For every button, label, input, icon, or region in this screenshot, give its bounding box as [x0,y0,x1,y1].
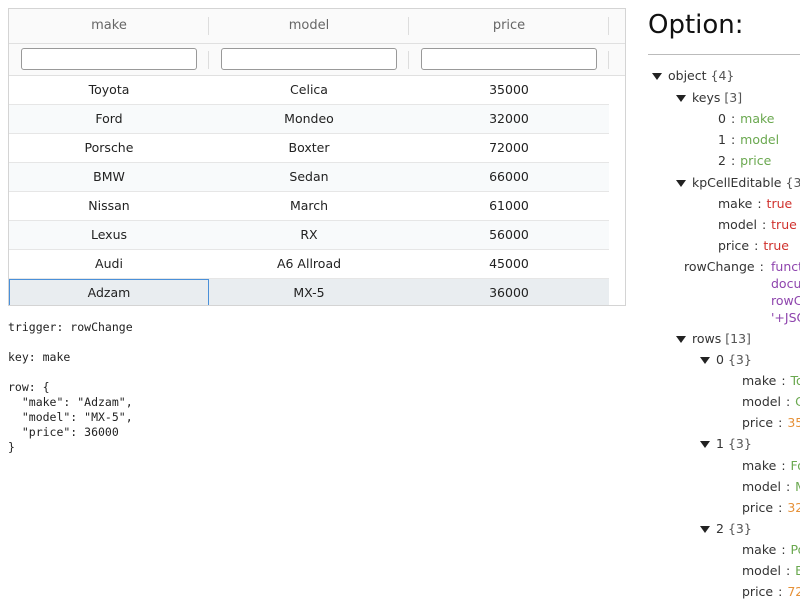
column-header-model[interactable]: model [209,9,409,43]
expand-arrow-icon[interactable] [652,73,662,80]
tree-leaf: make: To [742,373,800,388]
tree-leaf: price:32 [742,500,800,515]
table-row-selected[interactable]: Adzam MX-5 36000 [9,279,609,305]
expand-arrow-icon[interactable] [676,95,686,102]
filter-cell-model [209,44,409,75]
cell-make[interactable]: Nissan [9,192,209,220]
cell-price[interactable]: 45000 [409,250,609,278]
cell-model[interactable]: March [209,192,409,220]
cell-model[interactable]: Boxter [209,134,409,162]
cell-model[interactable]: Celica [209,76,409,104]
expand-arrow-icon[interactable] [676,180,686,187]
table-row[interactable]: BMW Sedan 66000 [9,163,609,192]
cell-make[interactable]: Lexus [9,221,209,249]
tree-leaf: model: C [742,394,800,409]
cell-price[interactable]: 72000 [409,134,609,162]
tree-leaf: make:Po [742,542,800,557]
tree-leaf: model: B [742,563,800,578]
cell-model[interactable]: RX [209,221,409,249]
cell-make[interactable]: BMW [9,163,209,191]
options-divider [648,54,800,55]
function-text: docu [771,276,800,291]
cell-model[interactable]: A6 Allroad [209,250,409,278]
cell-make[interactable]: Ford [9,105,209,133]
log-line: "make": "Adzam", [8,395,133,409]
tree-node-rows[interactable]: rows [13] [676,331,751,346]
tree-node-row[interactable]: 1 {3} [700,436,752,451]
function-text: funct [771,259,800,274]
cell-model[interactable]: MX-5 [209,279,409,305]
tree-node-kpcelleditable[interactable]: kpCellEditable{3} [676,175,800,190]
table-row[interactable]: Nissan March 61000 [9,192,609,221]
cell-price[interactable]: 56000 [409,221,609,249]
tree-leaf: price:72 [742,584,800,599]
filter-input-make[interactable] [21,48,197,70]
table-row[interactable]: Audi A6 Allroad 45000 [9,250,609,279]
tree-leaf: make: true [718,196,793,211]
tree-leaf-rowchange: rowChange: [684,259,764,274]
event-log: trigger: rowChange key: make row: { "mak… [8,320,133,455]
tree-node-keys[interactable]: keys [3] [676,90,742,105]
cell-make-focused[interactable]: Adzam [9,279,209,305]
expand-arrow-icon[interactable] [700,526,710,533]
column-header-make[interactable]: make [9,9,209,43]
grid-filter-row [9,44,625,76]
tree-leaf: price: true [718,238,789,253]
grid-header: make model price [9,9,625,44]
column-header-price[interactable]: price [409,9,609,43]
log-line: "price": 36000 [8,425,119,439]
log-line: row: { [8,380,50,394]
filter-input-price[interactable] [421,48,597,70]
log-line: } [8,440,15,454]
cell-make[interactable]: Audi [9,250,209,278]
data-grid: make model price Toyota Celica 35000 For… [8,8,626,306]
table-row[interactable]: Lexus RX 56000 [9,221,609,250]
table-row[interactable]: Porsche Boxter 72000 [9,134,609,163]
function-text: '+JSO [771,310,800,325]
log-line: key: make [8,350,71,364]
grid-body: Toyota Celica 35000 Ford Mondeo 32000 Po… [9,76,625,305]
tree-node-row[interactable]: 2 {3} [700,521,752,536]
table-row[interactable]: Toyota Celica 35000 [9,76,609,105]
tree-leaf: 1: model [718,132,780,147]
log-line: "model": "MX-5", [8,410,133,424]
expand-arrow-icon[interactable] [676,336,686,343]
tree-leaf: make:Fo [742,458,800,473]
cell-make[interactable]: Toyota [9,76,209,104]
tree-leaf: model: true [718,217,797,232]
filter-cell-make [9,44,209,75]
function-text: rowC [771,293,800,308]
tree-node-row[interactable]: 0 {3} [700,352,752,367]
cell-model[interactable]: Mondeo [209,105,409,133]
expand-arrow-icon[interactable] [700,441,710,448]
tree-leaf: model:M [742,479,800,494]
cell-model[interactable]: Sedan [209,163,409,191]
cell-price[interactable]: 66000 [409,163,609,191]
tree-node-root[interactable]: object {4} [652,68,734,83]
expand-arrow-icon[interactable] [700,357,710,364]
tree-leaf: 2: price [718,153,772,168]
options-title: Option: [648,10,744,40]
log-line: trigger: rowChange [8,320,133,334]
filter-cell-price [409,44,609,75]
tree-leaf: price:35 [742,415,800,430]
cell-price[interactable]: 61000 [409,192,609,220]
cell-make[interactable]: Porsche [9,134,209,162]
table-row[interactable]: Ford Mondeo 32000 [9,105,609,134]
cell-price[interactable]: 36000 [409,279,609,305]
tree-leaf: 0: make [718,111,775,126]
filter-input-model[interactable] [221,48,397,70]
cell-price[interactable]: 35000 [409,76,609,104]
cell-price[interactable]: 32000 [409,105,609,133]
